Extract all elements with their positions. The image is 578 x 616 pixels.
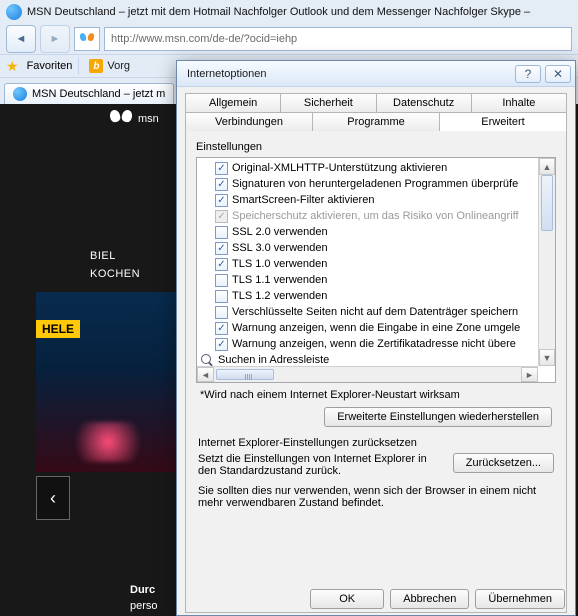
- reset-desc: Setzt die Einstellungen von Internet Exp…: [198, 453, 445, 477]
- setting-item[interactable]: ✓ TLS 1.0 verwenden: [201, 256, 536, 272]
- checkbox[interactable]: ✓: [215, 162, 228, 175]
- dialog-tabs: Allgemein Sicherheit Datenschutz Inhalte…: [185, 93, 567, 131]
- settings-group-label: Einstellungen: [196, 141, 556, 153]
- checkbox[interactable]: [215, 226, 228, 239]
- apply-button[interactable]: Übernehmen: [475, 589, 565, 609]
- vertical-scrollbar[interactable]: ▲ ▼: [538, 158, 555, 366]
- bookmark-item[interactable]: b Vorg: [85, 57, 134, 75]
- window-titlebar: MSN Deutschland – jetzt mit dem Hotmail …: [0, 0, 578, 24]
- cancel-button[interactable]: Abbrechen: [390, 589, 469, 609]
- setting-label: SmartScreen-Filter aktivieren: [232, 194, 374, 206]
- restart-note: *Wird nach einem Internet Explorer-Neust…: [200, 389, 556, 401]
- bing-icon: b: [89, 59, 103, 73]
- setting-label: SSL 3.0 verwenden: [232, 242, 328, 254]
- nav-toolbar: ◄ ► http://www.msn.com/de-de/?ocid=iehp: [0, 24, 578, 54]
- setting-label: Signaturen von heruntergeladenen Program…: [232, 178, 518, 190]
- hscroll-thumb[interactable]: [216, 369, 274, 380]
- address-bar[interactable]: http://www.msn.com/de-de/?ocid=iehp: [104, 27, 572, 51]
- setting-label: Original-XMLHTTP-Unterstützung aktiviere…: [232, 162, 447, 174]
- window-title: MSN Deutschland – jetzt mit dem Hotmail …: [27, 6, 572, 18]
- dialog-titlebar[interactable]: Internetoptionen ? ✕: [177, 61, 575, 87]
- butterfly-icon: [110, 108, 132, 130]
- setting-item[interactable]: TLS 1.1 verwenden: [201, 272, 536, 288]
- tab-erweitert[interactable]: Erweitert: [439, 112, 567, 131]
- scroll-down-icon[interactable]: ▼: [539, 349, 555, 366]
- setting-item[interactable]: ✓ Original-XMLHTTP-Unterstützung aktivier…: [201, 160, 536, 176]
- setting-label: Verschlüsselte Seiten nicht auf dem Date…: [232, 306, 518, 318]
- prev-arrow-button[interactable]: ‹: [36, 476, 70, 520]
- scroll-up-icon[interactable]: ▲: [539, 158, 555, 175]
- search-icon: [201, 354, 214, 367]
- setting-label: TLS 1.2 verwenden: [232, 290, 327, 302]
- scroll-right-icon[interactable]: ►: [521, 367, 538, 382]
- setting-group-label: Suchen in Adressleiste: [218, 354, 329, 366]
- tab-favicon: [13, 87, 27, 101]
- setting-item[interactable]: TLS 1.2 verwenden: [201, 288, 536, 304]
- reset-header: Internet Explorer-Einstellungen zurückse…: [198, 437, 554, 449]
- checkbox: ✓: [215, 210, 228, 223]
- setting-label: Warnung anzeigen, wenn die Eingabe in ei…: [232, 322, 520, 334]
- reset-note: Sie sollten dies nur verwenden, wenn sic…: [198, 485, 554, 509]
- setting-label: Speicherschutz aktivieren, um das Risiko…: [232, 210, 519, 222]
- msn-favicon: [80, 32, 94, 46]
- checkbox[interactable]: [215, 274, 228, 287]
- internet-options-dialog: Internetoptionen ? ✕ Allgemein Sicherhei…: [176, 60, 576, 616]
- setting-item[interactable]: ✓ Speicherschutz aktivieren, um das Risik…: [201, 208, 536, 224]
- setting-item: Suchen in Adressleiste: [201, 352, 536, 366]
- subhead-fragment: perso: [130, 600, 158, 612]
- tab-programme[interactable]: Programme: [312, 112, 439, 131]
- restore-advanced-button[interactable]: Erweiterte Einstellungen wiederherstelle…: [324, 407, 552, 427]
- checkbox[interactable]: [215, 290, 228, 303]
- checkbox[interactable]: ✓: [215, 322, 228, 335]
- checkbox[interactable]: ✓: [215, 258, 228, 271]
- dialog-title: Internetoptionen: [187, 68, 511, 80]
- dialog-footer: OK Abbrechen Übernehmen: [310, 589, 565, 609]
- tab-verbindungen[interactable]: Verbindungen: [185, 112, 312, 131]
- ie-icon: [6, 4, 22, 20]
- back-button[interactable]: ◄: [6, 25, 36, 53]
- tab-datenschutz[interactable]: Datenschutz: [376, 93, 471, 112]
- checkbox[interactable]: ✓: [215, 178, 228, 191]
- tab-inhalte[interactable]: Inhalte: [471, 93, 567, 112]
- separator: [78, 57, 79, 75]
- setting-label: SSL 2.0 verwenden: [232, 226, 328, 238]
- setting-item[interactable]: ✓ Warnung anzeigen, wenn die Eingabe in e…: [201, 320, 536, 336]
- setting-item[interactable]: Verschlüsselte Seiten nicht auf dem Date…: [201, 304, 536, 320]
- tab-allgemein[interactable]: Allgemein: [185, 93, 280, 112]
- checkbox[interactable]: ✓: [215, 242, 228, 255]
- scroll-left-icon[interactable]: ◄: [197, 367, 214, 382]
- tab-label: MSN Deutschland – jetzt m: [32, 88, 165, 100]
- setting-label: Warnung anzeigen, wenn die Zertifikatadr…: [232, 338, 516, 350]
- horizontal-scrollbar[interactable]: ◄ ►: [197, 366, 538, 382]
- setting-item[interactable]: ✓ Warnung anzeigen, wenn die Zertifikatad…: [201, 336, 536, 352]
- browser-tab[interactable]: MSN Deutschland – jetzt m: [4, 83, 174, 104]
- setting-item[interactable]: ✓ SmartScreen-Filter aktivieren: [201, 192, 536, 208]
- promo-glow: [65, 422, 151, 462]
- reset-button[interactable]: Zurücksetzen...: [453, 453, 554, 473]
- setting-label: TLS 1.0 verwenden: [232, 258, 327, 270]
- checkbox[interactable]: [215, 306, 228, 319]
- setting-item[interactable]: ✓ Signaturen von heruntergeladenen Progra…: [201, 176, 536, 192]
- star-icon[interactable]: ★: [6, 58, 19, 75]
- headline-fragment: Durc: [130, 584, 155, 596]
- tab-sicherheit[interactable]: Sicherheit: [280, 93, 375, 112]
- setting-item[interactable]: SSL 2.0 verwenden: [201, 224, 536, 240]
- scroll-thumb[interactable]: [541, 175, 553, 231]
- forward-button[interactable]: ►: [40, 25, 70, 53]
- ok-button[interactable]: OK: [310, 589, 384, 609]
- settings-listbox[interactable]: ✓ Original-XMLHTTP-Unterstützung aktivier…: [196, 157, 556, 383]
- help-button[interactable]: ?: [515, 65, 541, 83]
- promo-tag: HELE: [36, 320, 80, 338]
- checkbox[interactable]: ✓: [215, 194, 228, 207]
- setting-label: TLS 1.1 verwenden: [232, 274, 327, 286]
- checkbox[interactable]: ✓: [215, 338, 228, 351]
- favicon-box[interactable]: [74, 27, 100, 51]
- setting-item[interactable]: ✓ SSL 3.0 verwenden: [201, 240, 536, 256]
- promo-tile[interactable]: HELE: [36, 292, 180, 472]
- favorites-label[interactable]: Favoriten: [27, 60, 73, 72]
- close-button[interactable]: ✕: [545, 65, 571, 83]
